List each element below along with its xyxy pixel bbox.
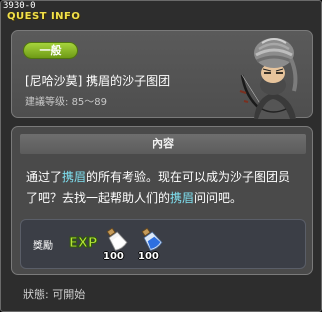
npc-portrait [239,38,298,119]
white-potion-icon[interactable] [103,226,129,252]
recommended-level: 建議等级: 85～89 [25,97,108,108]
reward-label: 獎勵 [33,241,53,252]
content-section-title: 內容 [20,134,306,154]
reward-quantity: 100 [103,251,124,262]
level-label: 建議等级 [25,97,65,108]
quest-status: 狀態: 可開始 [23,288,86,301]
reward-quantity: 100 [138,251,159,262]
reward-box: 獎勵 EXP 100 100 [20,219,306,269]
exp-icon-label: EXP [69,236,97,251]
quest-content-card: 內容 通过了携眉的所有考验。现在可以成为沙子图团员了吧？去找一起帮助人们的携眉问… [11,126,313,275]
status-label: 狀態 [23,288,45,301]
level-range: 85～89 [71,97,108,108]
quest-header-card: 一般 [尼哈沙莫] 携眉的沙子图团 建議等级: 85～89 [11,30,313,119]
quest-info-window: 3930-0 QUEST INFO 一般 [尼哈沙莫] 携眉的沙子图团 建議等级… [0,0,322,312]
blue-potion-icon[interactable] [138,226,164,252]
description-part-3: 问问吧。 [194,191,243,205]
window-title: QUEST INFO [7,11,81,22]
description-part-1: 通过了 [26,170,63,184]
quest-name: [尼哈沙莫] 携眉的沙子图团 [25,74,171,88]
category-badge: 一般 [23,42,78,59]
status-value: 可開始 [52,288,86,301]
npc-name-highlight: 携眉 [170,191,195,205]
npc-name-highlight: 携眉 [62,170,87,184]
exp-icon: EXP [69,236,98,252]
quest-id: 3930-0 [3,1,36,11]
quest-description: 通过了携眉的所有考验。现在可以成为沙子图团员了吧？去找一起帮助人们的携眉问问吧。 [26,167,302,209]
